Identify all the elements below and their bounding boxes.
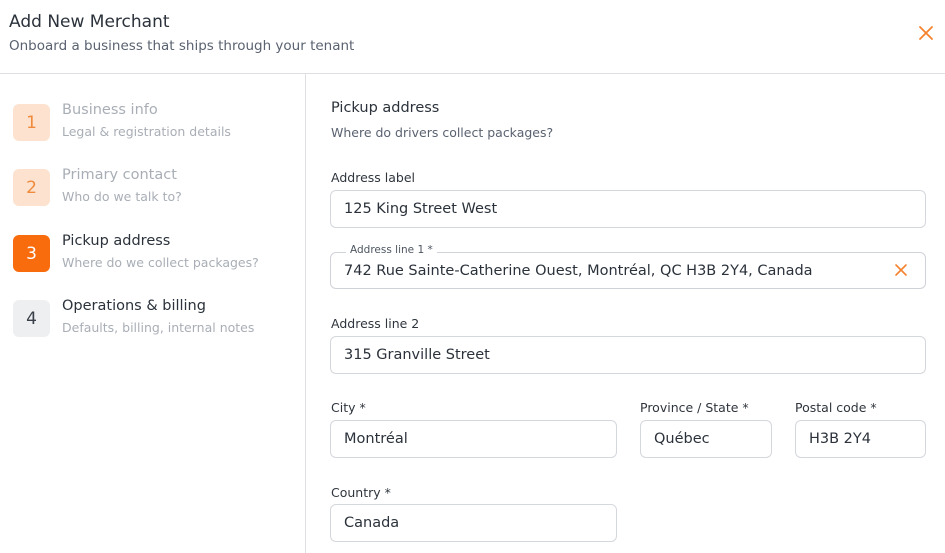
section-subtitle: Where do drivers collect packages? xyxy=(331,125,554,140)
city-label: City * xyxy=(331,400,366,415)
province-label: Province / State * xyxy=(640,400,749,415)
step-business-info[interactable]: 1 Business info Legal & registration det… xyxy=(13,102,303,158)
step-primary-contact[interactable]: 2 Primary contact Who do we talk to? xyxy=(13,167,303,223)
step-description: Who do we talk to? xyxy=(62,189,182,204)
step-pickup-address[interactable]: 3 Pickup address Where do we collect pac… xyxy=(13,233,303,289)
clear-icon[interactable] xyxy=(894,263,908,277)
step-description: Where do we collect packages? xyxy=(62,255,259,270)
step-number: 2 xyxy=(13,169,50,206)
country-label: Country * xyxy=(331,485,391,500)
stepper-sidebar: 1 Business info Legal & registration det… xyxy=(0,74,306,553)
step-operations-billing[interactable]: 4 Operations & billing Defaults, billing… xyxy=(13,298,303,354)
modal-subtitle: Onboard a business that ships through yo… xyxy=(9,38,355,54)
city-input[interactable]: Montréal xyxy=(330,420,617,458)
address-line2-label: Address line 2 xyxy=(331,316,420,331)
address-line2-input[interactable]: 315 Granville Street xyxy=(330,336,926,374)
step-number: 3 xyxy=(13,235,50,272)
step-title: Business info xyxy=(62,102,158,118)
province-input[interactable]: Québec xyxy=(640,420,772,458)
address-line1-input[interactable]: 742 Rue Sainte-Catherine Ouest, Montréal… xyxy=(330,252,926,289)
step-title: Primary contact xyxy=(62,167,177,183)
country-input[interactable]: Canada xyxy=(330,504,617,542)
step-number: 1 xyxy=(13,104,50,141)
step-description: Legal & registration details xyxy=(62,124,231,139)
postal-code-label: Postal code * xyxy=(795,400,877,415)
step-title: Pickup address xyxy=(62,233,171,249)
step-title: Operations & billing xyxy=(62,298,206,314)
address-label-input[interactable]: 125 King Street West xyxy=(330,190,926,228)
modal-header: Add New Merchant Onboard a business that… xyxy=(0,0,945,74)
modal-title: Add New Merchant xyxy=(9,12,170,32)
close-icon[interactable] xyxy=(915,22,937,44)
address-line1-label: Address line 1 * xyxy=(346,244,437,256)
postal-code-input[interactable]: H3B 2Y4 xyxy=(795,420,926,458)
section-title: Pickup address xyxy=(331,100,440,116)
step-number: 4 xyxy=(13,300,50,337)
address-label-label: Address label xyxy=(331,170,415,185)
step-description: Defaults, billing, internal notes xyxy=(62,320,255,335)
